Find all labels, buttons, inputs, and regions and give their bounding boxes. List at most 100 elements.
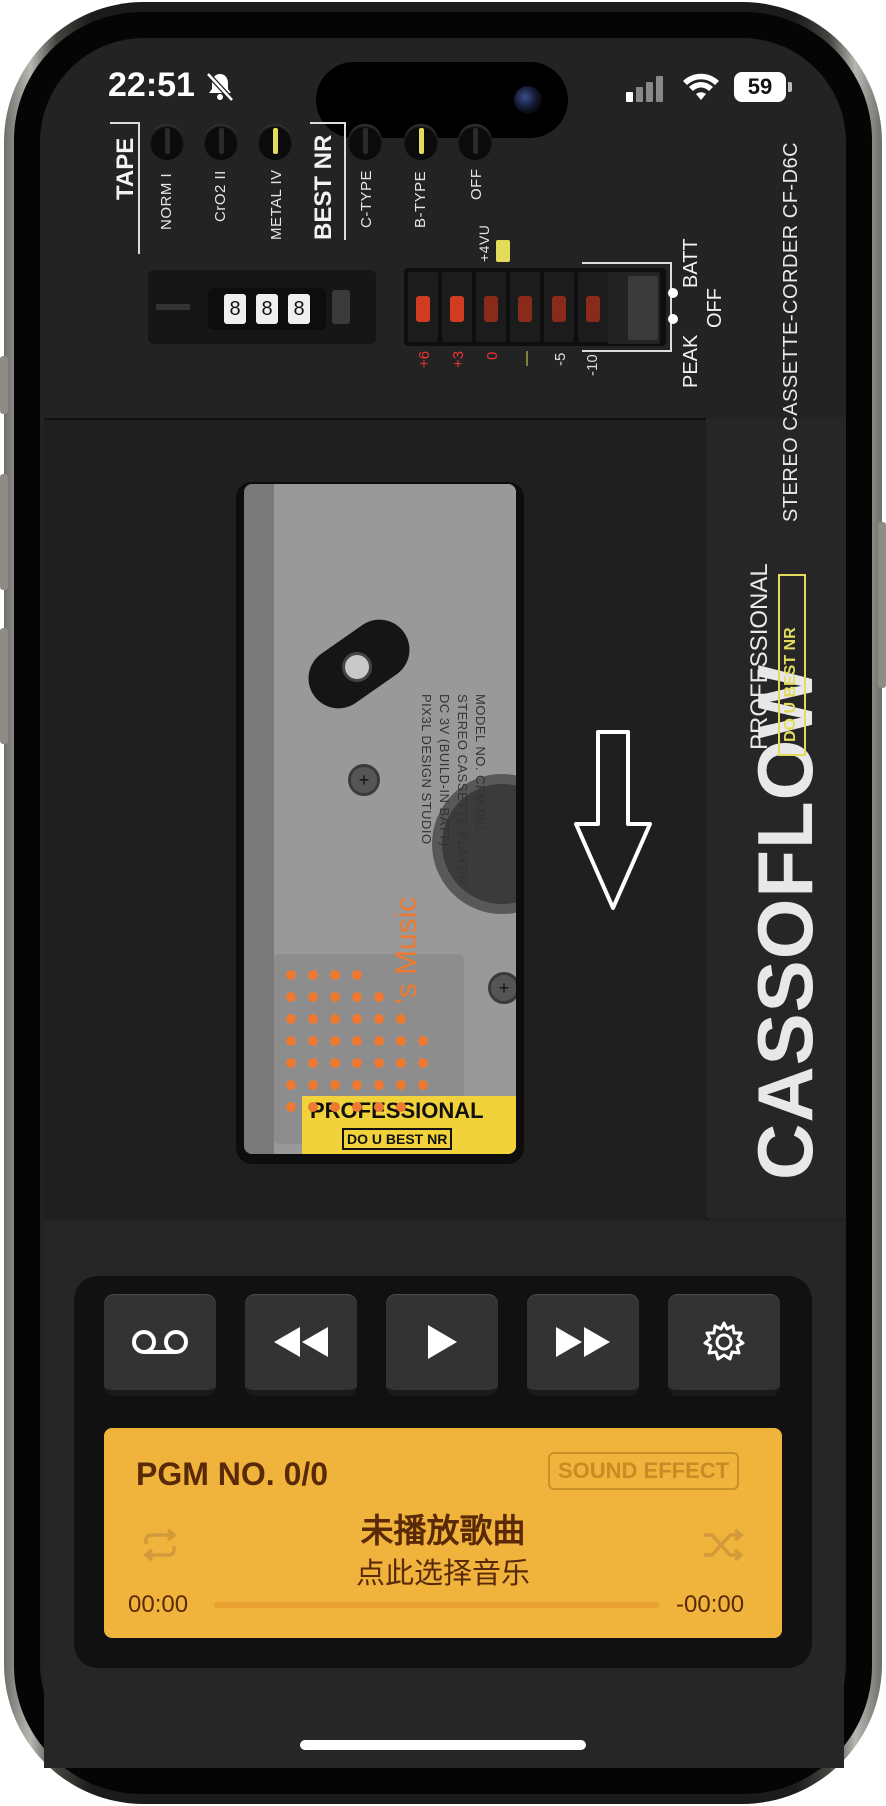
meter-scale-plus6: +6 [416,350,433,368]
remaining-time: -00:00 [676,1591,745,1618]
pattern-dot [330,1080,340,1090]
pattern-dot [374,1080,384,1090]
play-button[interactable] [386,1294,498,1396]
rewind-button[interactable] [245,1294,357,1396]
cassette-info-1: MODEL NO. CFM-001 [473,694,488,833]
tape-option-cro2: CrO2 II [212,170,229,222]
pattern-dot [308,992,318,1002]
meter-segment [476,272,506,342]
pattern-dot [418,1036,428,1046]
nr-c-type-knob[interactable] [348,124,382,160]
voicemail-icon [132,1330,188,1354]
choose-music-link[interactable]: 点此选择音乐 [104,1550,782,1592]
peak-label: PEAK [680,334,702,388]
pattern-dot [330,1058,340,1068]
pattern-dot [396,1014,406,1024]
tape-label: TAPE [112,137,139,200]
cassette-pill-dot [342,652,372,682]
meter-segment [408,272,438,342]
pattern-dot [308,1102,318,1112]
pattern-dot [396,1036,406,1046]
cassette-info-4: PIX3L DESIGN STUDIO [419,694,434,845]
sound-effect-button[interactable]: SOUND EFFECT [548,1452,740,1490]
pattern-dot [396,1080,406,1090]
meter-scale-0: 0 [484,351,501,360]
home-indicator[interactable] [300,1740,586,1750]
switch-dot [668,288,678,298]
pattern-dot [418,1058,428,1068]
record-button[interactable] [104,1294,216,1396]
meter-scale-plus3: +3 [450,350,467,368]
tape-metal-knob[interactable] [258,124,292,160]
repeat-icon[interactable] [140,1528,180,1567]
counter-digit: 8 [288,294,310,324]
switch-dot [668,314,678,324]
tape-option-norm: NORM I [158,172,175,230]
front-camera [514,86,542,114]
pattern-dot [330,1036,340,1046]
pattern-dot [374,1102,384,1112]
dolby-small-icon [496,240,510,262]
silent-mode-icon [204,70,236,107]
nr-option-off: OFF [468,168,485,201]
pattern-dot [330,970,340,980]
pattern-dot [308,1036,318,1046]
cassette-info-2: STEREO CASSETTE PLAYER [455,694,470,885]
gear-icon [703,1321,745,1361]
screw-icon: + [488,972,516,1004]
cellular-signal-icon [626,76,666,107]
fast-forward-icon [556,1327,610,1357]
tape-option-metal: METAL IV [268,169,285,240]
fast-forward-button[interactable] [527,1294,639,1396]
vu-label: +4VU [476,224,492,262]
program-number: PGM NO. 0/0 [136,1456,329,1492]
settings-button[interactable] [668,1294,780,1396]
meter-segment [442,272,472,342]
pattern-dot [286,1036,296,1046]
song-title[interactable]: 未播放歌曲 [104,1504,782,1552]
pattern-dot [286,1058,296,1068]
meter-segment [510,272,540,342]
battery-indicator: 59 [734,72,786,102]
pattern-dot [286,1014,296,1024]
pattern-dot [308,970,318,980]
elapsed-time: 00:00 [128,1591,189,1618]
volume-up-button [0,474,8,590]
pattern-dot [330,992,340,1002]
play-icon [428,1325,457,1359]
batt-label: BATT [680,238,702,288]
meter-scale-minus10: -10 [584,354,601,376]
pattern-dot [396,1058,406,1068]
counter-reset-button[interactable] [332,290,350,324]
cassette-info-3: DC 3V (BUILD-IN BATT) [437,694,452,847]
pattern-dot [286,992,296,1002]
pattern-dot [374,1014,384,1024]
pattern-dot [352,1058,362,1068]
pattern-dot [374,992,384,1002]
tape-cro2-knob[interactable] [204,124,238,160]
pattern-dot [286,970,296,980]
status-time: 22:51 [108,66,195,104]
progress-bar[interactable] [214,1602,660,1608]
pattern-dot [396,1102,406,1112]
meter-scale-minus5: -5 [552,352,569,366]
counter-digit: 8 [224,294,246,324]
professional-label: PROFESSIONAL [746,563,773,750]
screw-icon: + [348,764,380,796]
switch-bracket [582,262,672,352]
meter-segment [544,272,574,342]
off-label: OFF [704,288,726,328]
pattern-dot [286,1102,296,1112]
model-text: STEREO CASSETTE-CORDER CF-D6C [780,141,802,522]
nr-b-type-knob[interactable] [404,124,438,160]
pattern-dot [330,1014,340,1024]
cassette-dot-pattern [286,970,466,1120]
nr-off-knob[interactable] [458,124,492,160]
counter-indicator [156,304,190,310]
counter-digit: 8 [256,294,278,324]
shuffle-icon[interactable] [702,1528,744,1567]
pattern-dot [308,1080,318,1090]
eject-arrow-icon[interactable] [574,730,654,915]
cassette-badge-bottom: DO U BEST NR [342,1128,453,1150]
tape-norm-knob[interactable] [150,124,184,160]
